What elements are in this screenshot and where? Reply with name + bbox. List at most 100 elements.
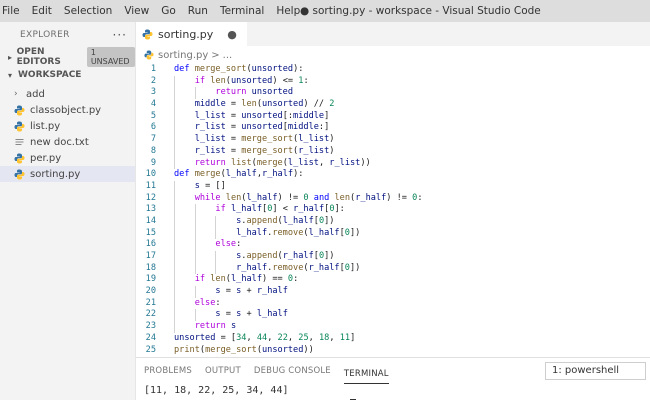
workspace-section[interactable]: ▾ WORKSPACE: [0, 66, 135, 84]
explorer-header: EXPLORER ···: [0, 22, 135, 48]
code-line[interactable]: 11 s = []: [136, 180, 650, 193]
code-text: s = []: [194, 180, 226, 191]
code-line[interactable]: 19 if len(l_half) == 0:: [136, 274, 650, 287]
code-text: def merge_sort(unsorted):: [174, 64, 304, 74]
python-file-icon: [14, 153, 28, 164]
code-text: l_list = merge_sort(l_list): [194, 134, 335, 145]
editor-area: sorting.py ● sorting.py > ... 1 def merge…: [136, 22, 650, 357]
breadcrumb-symbols[interactable]: ...: [223, 50, 233, 61]
code-text: if len(l_half) == 0:: [194, 274, 299, 285]
terminal-output: [11, 18, 22, 25, 34, 44]: [144, 385, 289, 396]
code-line[interactable]: 17 s.append(r_half[0]): [136, 251, 650, 263]
menu-run[interactable]: Run: [182, 0, 214, 22]
code-text: else:: [194, 297, 221, 308]
code-text: s.append(l_half[0]): [236, 215, 335, 226]
line-number: 10: [145, 169, 156, 180]
breadcrumb: sorting.py > ...: [136, 46, 650, 64]
line-number: 15: [145, 227, 156, 238]
text-file-icon: [14, 137, 28, 148]
python-file-icon: [144, 50, 154, 60]
sidebar-item-new-doc[interactable]: new doc.txt: [0, 134, 135, 150]
open-editors-section[interactable]: ▸ OPEN EDITORS 1 UNSAVED: [0, 47, 135, 67]
line-number: 19: [145, 274, 156, 285]
code-line[interactable]: 16 else:: [136, 239, 650, 251]
code-line[interactable]: 21 else:: [136, 297, 650, 310]
line-number: 4: [150, 99, 156, 110]
line-number: 14: [145, 215, 156, 226]
menu-file[interactable]: File: [0, 0, 26, 22]
code-line[interactable]: 15 l_half.remove(l_half[0]): [136, 227, 650, 240]
unsaved-badge: 1 UNSAVED: [86, 47, 135, 67]
code-line[interactable]: 6 r_list = unsorted[middle:]: [136, 122, 650, 135]
editor-tabs: sorting.py ●: [136, 22, 650, 46]
code-text: middle = len(unsorted) // 2: [194, 99, 335, 110]
code-text: else:: [215, 239, 242, 250]
code-line[interactable]: 3 return unsorted: [136, 87, 650, 100]
line-number: 25: [145, 344, 156, 355]
line-number: 6: [150, 122, 156, 133]
unsaved-dot-icon[interactable]: ●: [227, 28, 237, 41]
code-text: if l_half[0] < r_half[0]:: [215, 204, 345, 215]
python-file-icon: [14, 169, 28, 180]
bottom-panel: PROBLEMS OUTPUT DEBUG CONSOLE TERMINAL 1…: [136, 357, 650, 400]
explorer-sidebar: EXPLORER ··· ▸ OPEN EDITORS 1 UNSAVED ▾ …: [0, 22, 136, 400]
menu-terminal[interactable]: Terminal: [214, 0, 270, 22]
line-number: 21: [145, 297, 156, 308]
window-title: ● sorting.py - workspace - Visual Studio…: [300, 5, 541, 17]
code-line[interactable]: 8 r_list = merge_sort(r_list): [136, 145, 650, 158]
chevron-right-icon: ▸: [8, 52, 13, 62]
terminal-select[interactable]: 1: powershell: [545, 362, 646, 380]
code-line[interactable]: 12 while len(l_half) != 0 and len(r_half…: [136, 192, 650, 205]
code-text: if len(unsorted) <= 1:: [194, 75, 309, 86]
code-line[interactable]: 7 l_list = merge_sort(l_list): [136, 134, 650, 146]
code-text: unsorted = [34, 44, 22, 25, 18, 11]: [174, 332, 356, 343]
code-line[interactable]: 13 if l_half[0] < r_half[0]:: [136, 204, 650, 216]
code-line[interactable]: 20 s = s + r_half: [136, 286, 650, 298]
code-line[interactable]: 14 s.append(l_half[0]): [136, 215, 650, 228]
menu-selection[interactable]: Selection: [58, 0, 118, 22]
code-line[interactable]: 4 middle = len(unsorted) // 2: [136, 99, 650, 111]
code-line[interactable]: 9 return list(merge(l_list, r_list)): [136, 157, 650, 170]
sidebar-item-add[interactable]: › add: [0, 86, 135, 102]
code-text: return unsorted: [215, 87, 294, 98]
line-number: 3: [150, 87, 156, 98]
more-actions-icon[interactable]: ···: [113, 28, 127, 42]
code-line[interactable]: 25 print(merge_sort(unsorted)): [136, 345, 650, 357]
line-number: 8: [150, 145, 156, 156]
sidebar-item-list[interactable]: list.py: [0, 118, 135, 134]
menu-view[interactable]: View: [118, 0, 155, 22]
tab-debug-console[interactable]: DEBUG CONSOLE: [254, 358, 331, 384]
breadcrumb-file[interactable]: sorting.py: [158, 50, 208, 61]
line-number: 9: [150, 157, 156, 168]
line-number: 12: [145, 192, 156, 203]
code-line[interactable]: 18 r_half.remove(r_half[0]): [136, 262, 650, 275]
sidebar-item-per[interactable]: per.py: [0, 150, 135, 166]
code-line[interactable]: 2 if len(unsorted) <= 1:: [136, 75, 650, 88]
python-file-icon: [142, 29, 153, 40]
menu-edit[interactable]: Edit: [26, 0, 58, 22]
line-number: 18: [145, 262, 156, 273]
line-number: 1: [150, 64, 156, 74]
code-editor[interactable]: 1 def merge_sort(unsorted): 2 if len(unsor…: [136, 64, 650, 356]
code-text: r_list = merge_sort(r_list): [194, 145, 335, 156]
code-line[interactable]: 24 unsorted = [34, 44, 22, 25, 18, 11]: [136, 333, 650, 345]
tab-problems[interactable]: PROBLEMS: [144, 358, 192, 384]
menu-go[interactable]: Go: [155, 0, 182, 22]
sidebar-item-label: new doc.txt: [30, 136, 89, 148]
chevron-down-icon: ▾: [8, 70, 13, 80]
tab-sorting[interactable]: sorting.py ●: [136, 22, 247, 46]
sidebar-item-classobject[interactable]: classobject.py: [0, 102, 135, 118]
code-text: r_half.remove(r_half[0]): [236, 262, 361, 273]
code-text: print(merge_sort(unsorted)): [174, 344, 314, 355]
code-line[interactable]: 22 s = s + l_half: [136, 309, 650, 322]
tab-terminal[interactable]: TERMINAL: [343, 364, 389, 384]
sidebar-item-sorting[interactable]: sorting.py: [0, 166, 135, 182]
workspace-label: WORKSPACE: [18, 70, 82, 80]
code-line[interactable]: 5 l_list = unsorted[:middle]: [136, 110, 650, 123]
code-line[interactable]: 1 def merge_sort(unsorted):: [136, 64, 650, 76]
tab-output[interactable]: OUTPUT: [205, 358, 241, 384]
code-line[interactable]: 10 def merge(l_half,r_half):: [136, 169, 650, 181]
code-line[interactable]: 23 return s: [136, 321, 650, 333]
open-editors-label: OPEN EDITORS: [16, 47, 61, 67]
code-text: l_half.remove(l_half[0]): [236, 227, 361, 238]
